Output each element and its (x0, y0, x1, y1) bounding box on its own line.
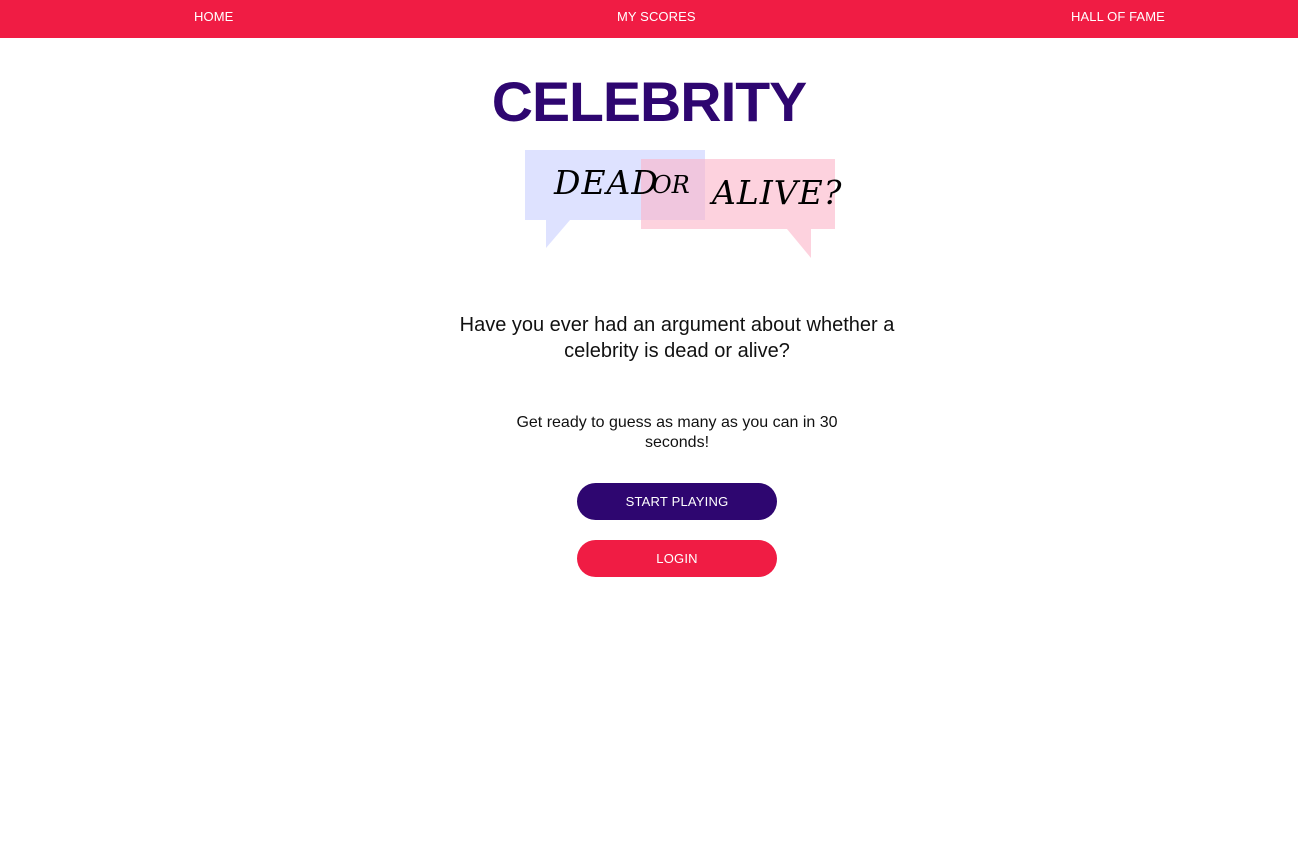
logo-title: CELEBRITY (491, 70, 808, 133)
alive-speech-bubble-tail (787, 229, 811, 258)
nav-my-scores-link[interactable]: MY SCORES (617, 9, 696, 25)
logo-word-alive: ALIVE? (712, 173, 843, 212)
login-button[interactable]: LOGIN (577, 540, 777, 577)
nav-home-link[interactable]: HOME (194, 9, 233, 25)
intro-question: Have you ever had an argument about whet… (459, 314, 895, 362)
game-instructions: Get ready to guess as many as you can in… (516, 414, 838, 451)
logo-word-dead: DEAD (554, 163, 659, 202)
start-playing-button[interactable]: START PLAYING (577, 483, 777, 520)
nav-hall-of-fame-link[interactable]: HALL OF FAME (1071, 9, 1165, 25)
top-nav-bar: HOME MY SCORES HALL OF FAME (0, 0, 1298, 38)
dead-speech-bubble-tail (546, 220, 570, 248)
dead-or-alive-logo: DEAD OR ALIVE? (524, 149, 841, 261)
logo-word-or: OR (652, 171, 690, 199)
